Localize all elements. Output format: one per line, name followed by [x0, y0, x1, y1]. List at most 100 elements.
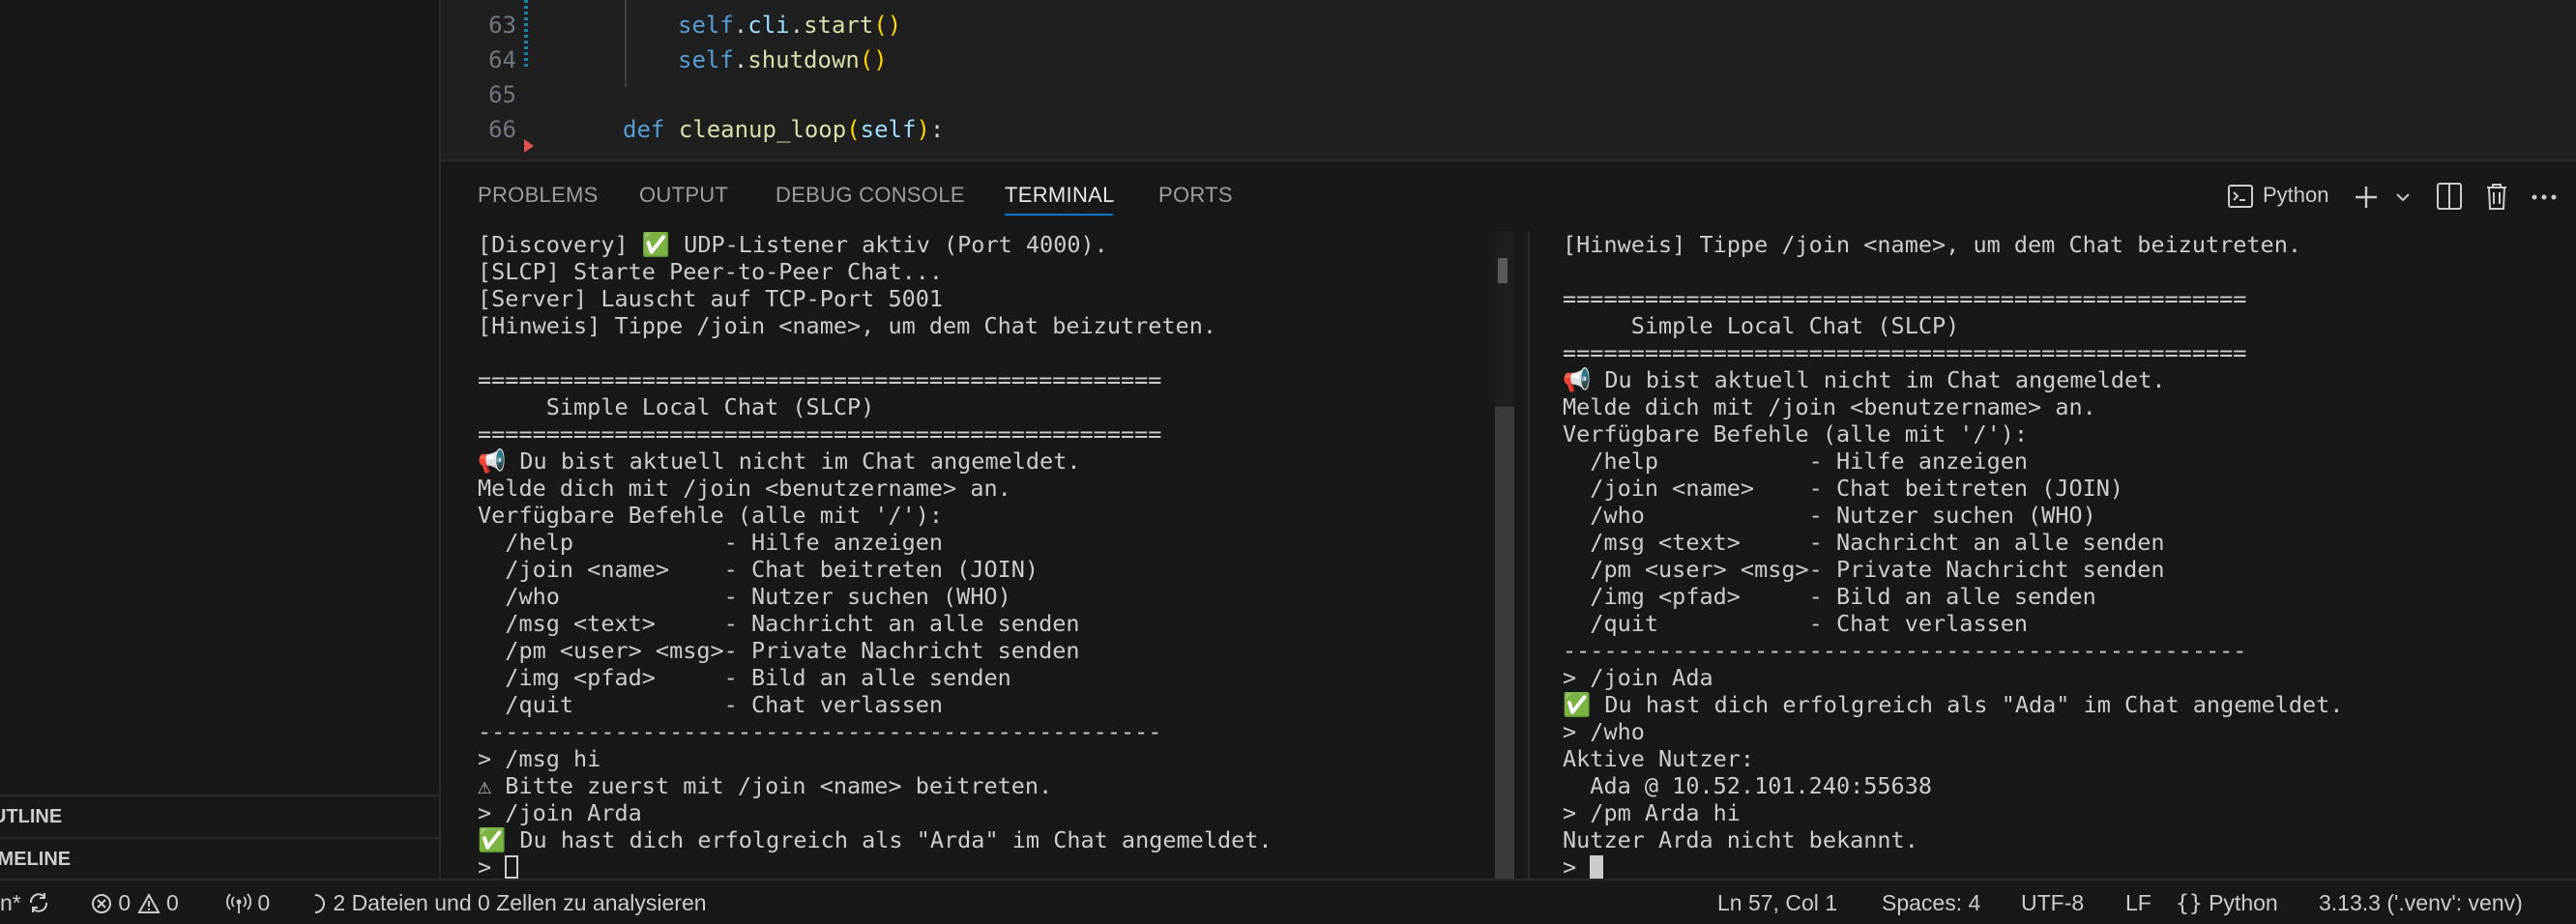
outline-label: UTLINE — [0, 806, 63, 827]
terminal-icon — [2228, 185, 2253, 208]
code-line-66: 66 def cleanup_loop(self): — [441, 112, 2576, 147]
tab-output[interactable]: OUTPUT — [639, 183, 728, 208]
tab-debug-console[interactable]: DEBUG CONSOLE — [776, 183, 965, 208]
chevron-down-icon[interactable] — [2396, 192, 2410, 202]
tab-problems[interactable]: PROBLEMS — [478, 183, 599, 208]
trash-icon[interactable] — [2485, 183, 2508, 210]
sidebar: UTLINE IMELINE — [0, 0, 441, 879]
code-line-65: 65 — [441, 77, 2576, 112]
code-line-63: 63 self.cli.start() — [441, 8, 2576, 43]
terminal-line: /img <pfad> - Bild an alle senden — [1563, 583, 2096, 610]
terminal-line: Verfügbare Befehle (alle mit '/'): — [478, 502, 944, 529]
terminal-line: ✅ Du hast dich erfolgreich als "Ada" im … — [1563, 691, 2344, 718]
terminal-line: Simple Local Chat (SLCP) — [478, 393, 875, 420]
ports-status[interactable]: 0 — [226, 890, 270, 916]
broadcast-icon — [226, 893, 251, 913]
terminal-line: /msg <text> - Nachricht an alle senden — [1563, 529, 2165, 556]
terminal-line: ========================================… — [478, 366, 1162, 393]
terminal-line: > /msg hi — [478, 745, 601, 772]
terminal-line: ✅ Du hast dich erfolgreich als "Arda" im… — [478, 826, 1273, 853]
terminal-line: ========================================… — [1563, 339, 2247, 366]
terminal-line: > /join Arda — [478, 799, 642, 826]
terminal-split-divider[interactable] — [1528, 231, 1530, 881]
spinner-icon — [314, 894, 325, 913]
outline-section-header[interactable]: UTLINE — [0, 794, 439, 837]
terminal-line: Verfügbare Befehle (alle mit '/'): — [1563, 420, 2029, 448]
terminal-line: ----------------------------------------… — [478, 718, 1162, 745]
terminal-line: Aktive Nutzer: — [1563, 745, 1755, 772]
terminal-cursor — [1590, 855, 1604, 879]
terminal-line: /join <name> - Chat beitreten (JOIN) — [1563, 475, 2124, 502]
warning-count: 0 — [165, 890, 179, 915]
plus-icon[interactable] — [2354, 185, 2379, 210]
terminal-line: Ada @ 10.52.101.240:55638 — [1563, 772, 1933, 799]
line-number: 65 — [488, 81, 516, 108]
indentation-status[interactable]: Spaces: 4 — [1882, 890, 1980, 916]
terminal-prompt-line: > — [478, 853, 1273, 881]
more-icon[interactable] — [2532, 194, 2557, 200]
terminal-line: > /join Ada — [1563, 664, 1713, 691]
language-status[interactable]: {} Python — [2176, 890, 2278, 916]
active-tab-indicator — [1005, 214, 1113, 216]
terminal-line: ========================================… — [478, 420, 1162, 448]
terminal-line: /who - Nutzer suchen (WHO) — [478, 583, 1011, 610]
error-icon — [92, 894, 111, 913]
status-bar: n* 0 0 0 2 Dateien und 0 Zellen zu analy… — [0, 879, 2576, 924]
terminal-line: ----------------------------------------… — [1563, 637, 2247, 664]
split-icon[interactable] — [2437, 183, 2462, 210]
code-line-64: 64 self.shutdown() — [441, 43, 2576, 77]
line-number: 64 — [488, 46, 516, 73]
code-editor[interactable]: 63 self.cli.start() 64 self.shutdown() 6… — [441, 0, 2576, 159]
code-text: def cleanup_loop(self): — [623, 116, 945, 143]
terminal-line: /img <pfad> - Bild an alle senden — [478, 664, 1011, 691]
branch-status[interactable]: n* — [0, 890, 50, 916]
analysis-text: 2 Dateien und 0 Zellen zu analysieren — [333, 890, 707, 915]
terminal-line: Nutzer Arda nicht bekannt. — [1563, 826, 1918, 853]
terminal-scroll-marker — [1498, 258, 1508, 283]
terminal-left[interactable]: [Discovery] ✅ UDP-Listener aktiv (Port 4… — [478, 231, 1273, 881]
analysis-status[interactable]: 2 Dateien und 0 Zellen zu analysieren — [311, 890, 707, 916]
terminal-line: /quit - Chat verlassen — [478, 691, 944, 718]
tab-ports[interactable]: PORTS — [1158, 183, 1233, 208]
terminal-line: [Server] Lauscht auf TCP-Port 5001 — [478, 285, 944, 312]
error-count: 0 — [118, 890, 132, 915]
language-label: Python — [2209, 890, 2278, 915]
terminal-line: /join <name> - Chat beitreten (JOIN) — [478, 556, 1039, 583]
terminal-line: /help - Hilfe anzeigen — [478, 529, 944, 556]
terminal-line: [Discovery] ✅ UDP-Listener aktiv (Port 4… — [478, 231, 1108, 258]
ports-count: 0 — [257, 890, 271, 915]
encoding-status[interactable]: UTF-8 — [2021, 890, 2084, 916]
panel-tab-bar: PROBLEMS OUTPUT DEBUG CONSOLE TERMINAL P… — [441, 161, 2576, 231]
terminal-line: [Hinweis] Tippe /join <name>, um dem Cha… — [1563, 231, 2302, 258]
panel: PROBLEMS OUTPUT DEBUG CONSOLE TERMINAL P… — [441, 159, 2576, 881]
interpreter-status[interactable]: 3.13.3 ('.venv': venv) — [2319, 890, 2523, 916]
terminal-line: 📢 Du bist aktuell nicht im Chat angemeld… — [1563, 366, 2166, 393]
terminal-prompt: > — [1563, 853, 1591, 881]
terminal-prompt: > — [478, 853, 506, 881]
line-number: 66 — [488, 116, 516, 143]
timeline-section-header[interactable]: IMELINE — [0, 837, 439, 880]
terminal-line: /who - Nutzer suchen (WHO) — [1563, 502, 2096, 529]
terminal-line: Melde dich mit /join <benutzername> an. — [478, 475, 1011, 502]
shell-label: Python — [2263, 183, 2329, 207]
terminal-line: /msg <text> - Nachricht an alle senden — [478, 610, 1080, 637]
terminal-line: ⚠ Bitte zuerst mit /join <name> beitrete… — [478, 772, 1053, 799]
terminal-line: Melde dich mit /join <benutzername> an. — [1563, 393, 2096, 420]
terminal-scrollbar-thumb[interactable] — [1495, 407, 1514, 881]
eol-status[interactable]: LF — [2125, 890, 2152, 916]
terminal-line: /pm <user> <msg>- Private Nachricht send… — [1563, 556, 2165, 583]
problems-status[interactable]: 0 0 — [91, 890, 179, 916]
tab-terminal[interactable]: TERMINAL — [1005, 183, 1115, 208]
terminal-line: Simple Local Chat (SLCP) — [1563, 312, 1960, 339]
terminal-right[interactable]: [Hinweis] Tippe /join <name>, um dem Cha… — [1563, 231, 2343, 881]
cursor-position[interactable]: Ln 57, Col 1 — [1717, 890, 1837, 916]
terminal-prompt-line: > — [1563, 853, 2343, 881]
terminal-line: [Hinweis] Tippe /join <name>, um dem Cha… — [478, 312, 1217, 339]
code-text: self.cli.start() — [678, 12, 902, 39]
terminal-line: /pm <user> <msg>- Private Nachricht send… — [478, 637, 1080, 664]
code-text: self.shutdown() — [678, 46, 888, 73]
terminal-line: 📢 Du bist aktuell nicht im Chat angemeld… — [478, 448, 1081, 475]
braces-icon: {} — [2176, 891, 2203, 916]
